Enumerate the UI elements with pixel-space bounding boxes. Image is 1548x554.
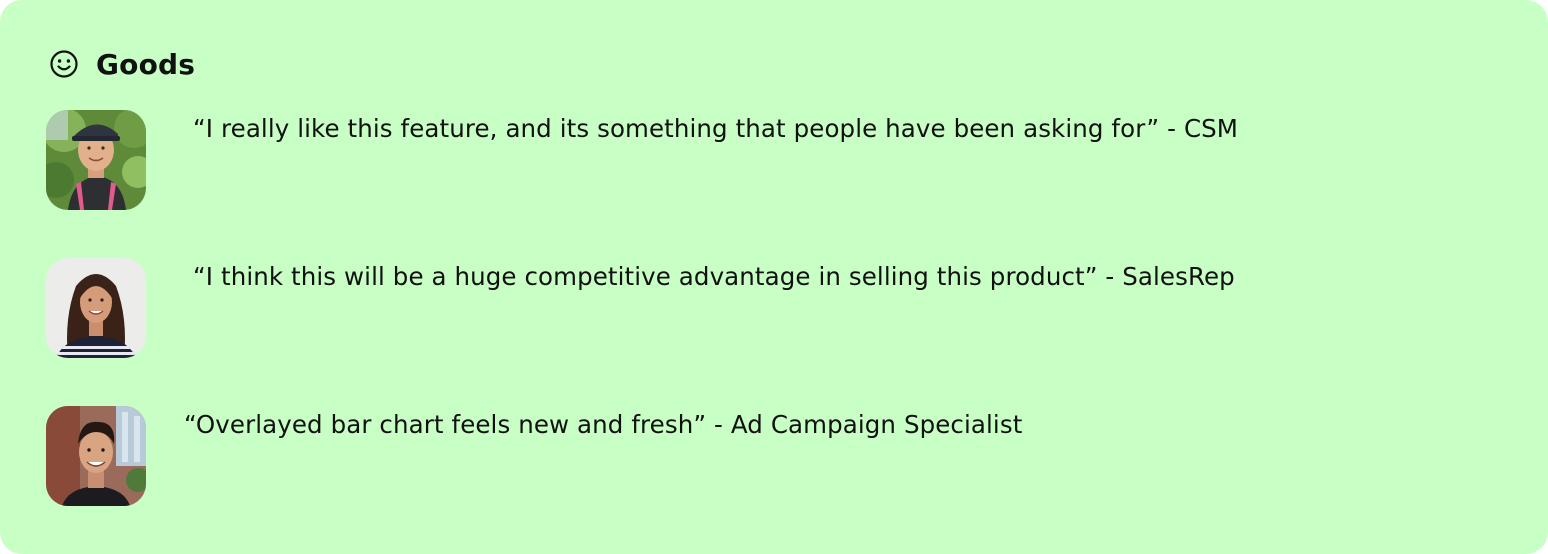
smile-icon — [50, 50, 78, 78]
avatar — [46, 110, 146, 210]
section-header: Goods — [48, 44, 195, 84]
feedback-quote: “Overlayed bar chart feels new and fresh… — [184, 410, 1023, 439]
goods-feedback-card: Goods “I really like this feature, and i… — [0, 0, 1548, 554]
avatar — [46, 406, 146, 506]
feedback-quote: “I think this will be a huge competitive… — [193, 262, 1235, 291]
avatar — [46, 258, 146, 358]
feedback-quote: “I really like this feature, and its som… — [193, 114, 1239, 143]
section-title: Goods — [96, 47, 196, 81]
